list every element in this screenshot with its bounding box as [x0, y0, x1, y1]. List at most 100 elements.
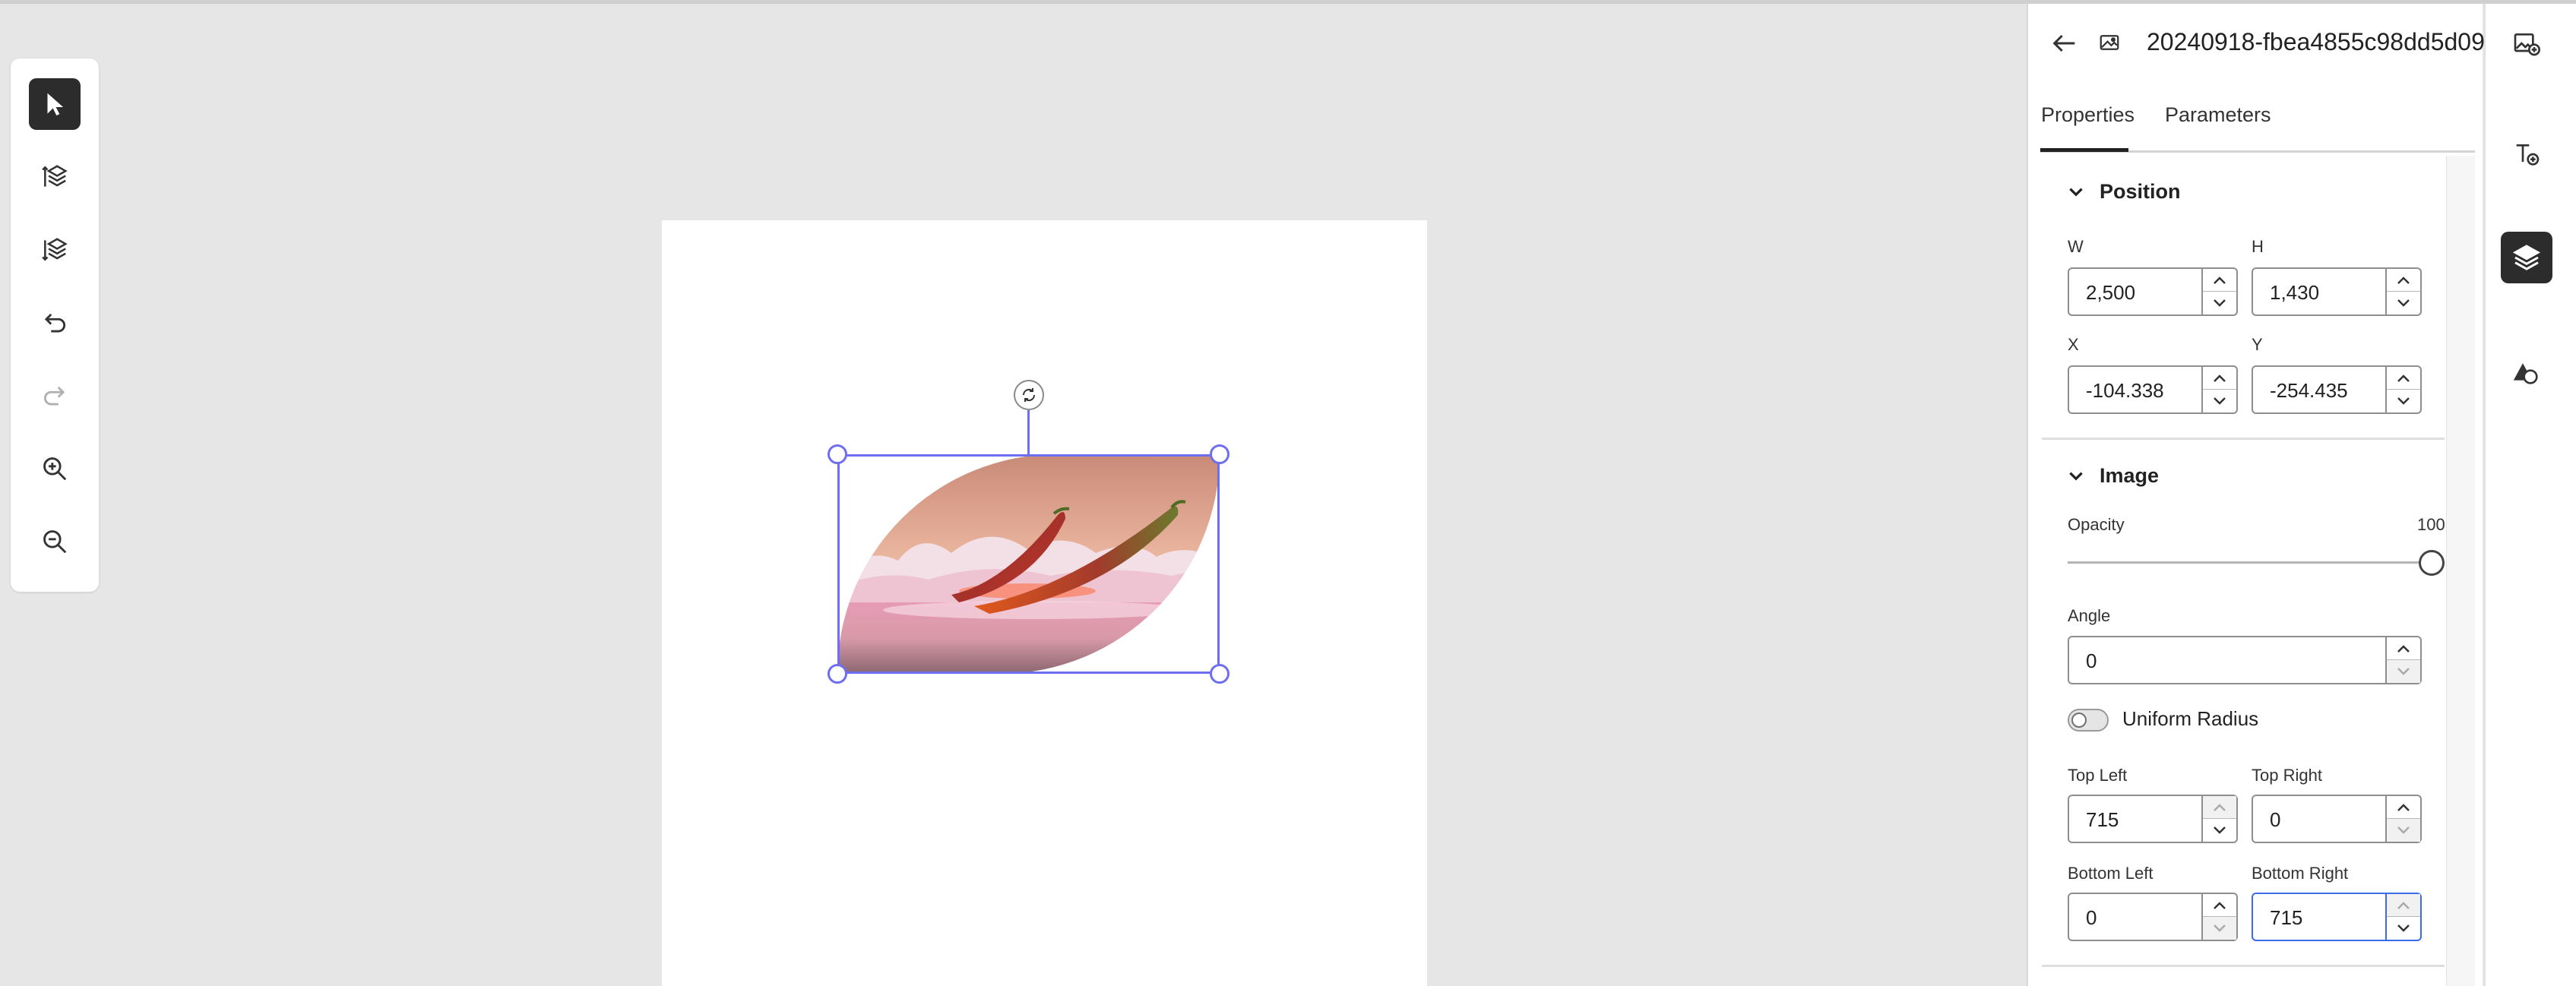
- resize-handle-top-left[interactable]: [828, 444, 847, 464]
- bottom-right-increment[interactable]: [2387, 894, 2420, 917]
- add-image-icon: [2514, 33, 2540, 56]
- bottom-left-decrement[interactable]: [2203, 917, 2236, 940]
- shapes-icon: [2513, 363, 2538, 384]
- panel-scrollbar[interactable]: [2446, 156, 2475, 986]
- width-decrement[interactable]: [2203, 292, 2236, 314]
- tab-properties[interactable]: Properties: [2041, 103, 2135, 127]
- chevron-up-icon: [2397, 276, 2410, 284]
- width-label: W: [2068, 237, 2084, 256]
- x-increment[interactable]: [2203, 367, 2236, 390]
- angle-increment[interactable]: [2387, 637, 2420, 660]
- opacity-slider-track[interactable]: [2068, 561, 2422, 564]
- add-text-icon: [2516, 144, 2540, 166]
- panel-header: 20240918-fbea4855c98dd5d09...: [2028, 4, 2505, 80]
- image-section-header[interactable]: Image: [2066, 464, 2159, 488]
- opacity-slider-thumb[interactable]: [2419, 550, 2445, 576]
- x-field[interactable]: -104.338: [2068, 365, 2238, 414]
- chevron-down-icon: [2214, 826, 2226, 834]
- x-label: X: [2068, 335, 2079, 354]
- bottom-left-increment[interactable]: [2203, 894, 2236, 917]
- tab-parameters[interactable]: Parameters: [2165, 103, 2271, 127]
- height-value: 1,430: [2270, 281, 2320, 304]
- bottom-left-radius-field[interactable]: 0: [2068, 893, 2238, 941]
- bottom-right-radius-field[interactable]: 715: [2252, 893, 2422, 941]
- y-stepper: [2385, 367, 2420, 412]
- add-text-button[interactable]: [2501, 128, 2552, 180]
- angle-decrement[interactable]: [2387, 660, 2420, 683]
- section-divider: [2042, 965, 2445, 967]
- undo-button[interactable]: [29, 297, 81, 349]
- top-left-decrement[interactable]: [2203, 819, 2236, 842]
- width-increment[interactable]: [2203, 269, 2236, 292]
- bottom-right-decrement[interactable]: [2387, 917, 2420, 940]
- y-decrement[interactable]: [2387, 390, 2420, 412]
- chevron-up-icon: [2397, 644, 2410, 653]
- bottom-left-label: Bottom Left: [2068, 864, 2154, 883]
- position-section-header[interactable]: Position: [2066, 180, 2181, 204]
- chevron-up-icon: [2397, 374, 2410, 382]
- bottom-right-value: 715: [2270, 906, 2303, 929]
- section-divider: [2042, 438, 2445, 440]
- opacity-label: Opacity: [2068, 515, 2125, 534]
- x-stepper: [2201, 367, 2236, 412]
- active-tab-indicator: [2040, 148, 2128, 152]
- width-field[interactable]: 2,500: [2068, 267, 2238, 316]
- bottom-left-value: 0: [2086, 906, 2097, 929]
- chevron-up-icon: [2214, 374, 2226, 382]
- rotate-handle[interactable]: [1014, 380, 1044, 410]
- top-right-decrement[interactable]: [2387, 819, 2420, 842]
- width-stepper: [2201, 269, 2236, 314]
- top-right-value: 0: [2270, 808, 2281, 831]
- undo-icon: [44, 313, 66, 333]
- send-backward-button[interactable]: [29, 224, 81, 276]
- resize-handle-bottom-left[interactable]: [828, 664, 847, 684]
- height-field[interactable]: 1,430: [2252, 267, 2422, 316]
- top-left-stepper: [2201, 796, 2236, 842]
- top-right-radius-field[interactable]: 0: [2252, 795, 2422, 843]
- layers-button[interactable]: [2501, 232, 2552, 283]
- shapes-button[interactable]: [2501, 347, 2552, 399]
- layers-up-icon: [42, 165, 68, 187]
- top-left-radius-field[interactable]: 715: [2068, 795, 2238, 843]
- angle-stepper: [2385, 637, 2420, 683]
- x-decrement[interactable]: [2203, 390, 2236, 412]
- opacity-value: 100: [2417, 515, 2445, 534]
- zoom-out-button[interactable]: [29, 516, 81, 567]
- chevron-up-icon: [2214, 803, 2226, 811]
- chevron-down-icon: [2397, 924, 2410, 932]
- x-value: -104.338: [2086, 379, 2164, 402]
- height-decrement[interactable]: [2387, 292, 2420, 314]
- properties-panel: 20240918-fbea4855c98dd5d09... Properties…: [2027, 4, 2505, 986]
- add-image-button[interactable]: [2501, 17, 2552, 69]
- top-left-increment[interactable]: [2203, 796, 2236, 819]
- pointer-icon: [47, 93, 64, 116]
- bring-forward-button[interactable]: [29, 151, 81, 203]
- angle-value: 0: [2086, 649, 2097, 672]
- resize-handle-bottom-right[interactable]: [1210, 664, 1229, 684]
- layers-icon: [2512, 245, 2541, 270]
- chevron-up-icon: [2397, 803, 2410, 811]
- bottom-left-stepper: [2201, 894, 2236, 940]
- resize-handle-top-right[interactable]: [1210, 444, 1229, 464]
- angle-field[interactable]: 0: [2068, 636, 2422, 684]
- top-right-increment[interactable]: [2387, 796, 2420, 819]
- y-increment[interactable]: [2387, 367, 2420, 390]
- uniform-radius-toggle[interactable]: [2068, 709, 2109, 732]
- bottom-right-label: Bottom Right: [2252, 864, 2349, 883]
- redo-button[interactable]: [29, 370, 81, 422]
- select-tool-button[interactable]: [29, 78, 81, 130]
- position-heading: Position: [2100, 180, 2181, 203]
- angle-label: Angle: [2068, 606, 2111, 625]
- chevron-down-icon: [2397, 299, 2410, 307]
- zoom-in-button[interactable]: [29, 443, 81, 495]
- y-label: Y: [2252, 335, 2263, 354]
- back-arrow-icon[interactable]: [2049, 28, 2080, 58]
- rotate-connector: [1027, 410, 1030, 454]
- zoom-in-icon: [43, 457, 67, 481]
- toggle-knob: [2071, 713, 2087, 728]
- height-increment[interactable]: [2387, 269, 2420, 292]
- y-field[interactable]: -254.435: [2252, 365, 2422, 414]
- redo-icon: [43, 386, 65, 406]
- chevron-down-icon: [2214, 299, 2226, 307]
- chevron-down-icon: [2397, 826, 2410, 834]
